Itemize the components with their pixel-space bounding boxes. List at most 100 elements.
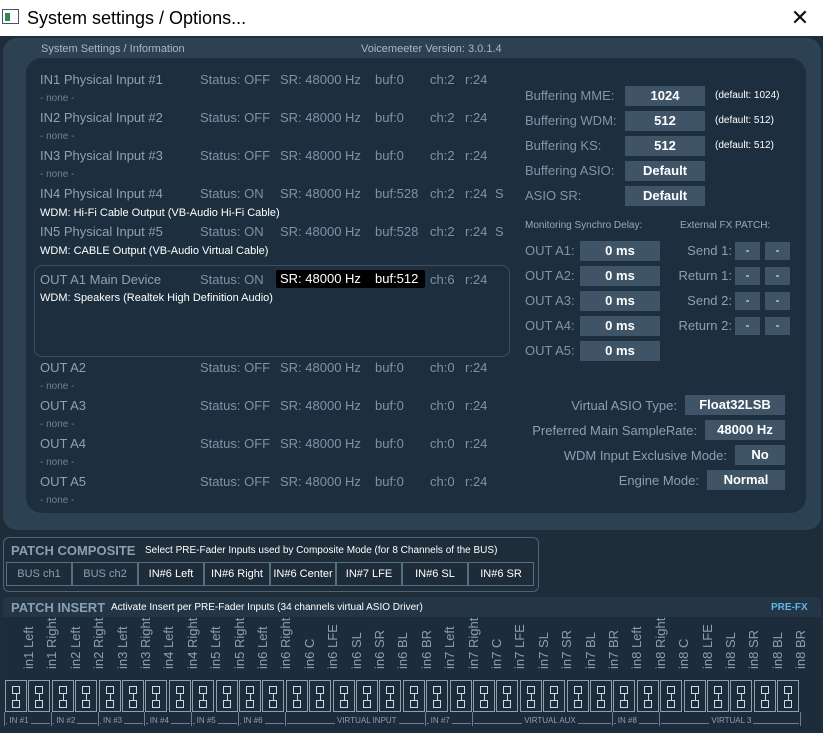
insert-toggle[interactable] [730,680,753,712]
device-buf: buf:528 [375,224,419,239]
insert-toggle[interactable] [5,680,27,712]
insert-toggle[interactable] [332,680,355,712]
insert-toggle[interactable] [168,680,191,712]
insert-toggle[interactable] [28,680,51,712]
insert-toggle[interactable] [262,680,285,712]
engine-label: WDM Input Exclusive Mode: [563,448,727,463]
insert-toggle[interactable] [192,680,215,712]
insert-channel-label: in2 Left [53,624,83,684]
insert-toggle[interactable] [777,680,800,712]
close-button[interactable]: ✕ [777,0,823,36]
insert-toggle[interactable] [636,680,659,712]
insert-toggle[interactable] [285,680,308,712]
insert-toggle[interactable] [75,680,98,712]
engine-value[interactable]: Float32LSB [685,395,785,415]
insert-toggle[interactable] [590,680,612,712]
insert-toggle[interactable] [309,680,332,712]
device-name: IN5 Physical Input #5 [40,224,163,239]
buffering-value[interactable]: Default [625,186,705,206]
device-sr: SR: 48000 Hz [280,360,361,375]
insert-toggle[interactable] [496,680,519,712]
device-buf: buf:528 [375,186,419,201]
group-tick [284,712,286,726]
insert-toggle[interactable] [660,680,683,712]
group-tick [472,712,473,726]
engine-value[interactable]: 48000 Hz [705,420,785,440]
monitor-delay[interactable]: 0 ms [580,341,660,361]
device-status: Status: OFF [200,360,271,375]
insert-channel-label: in4 Left [146,624,176,684]
fx-patch-a[interactable]: - [735,242,760,260]
device-buf: buf:0 [375,72,404,87]
device-name: OUT A4 [40,436,87,451]
fx-patch-b[interactable]: - [765,267,790,285]
buffering-value[interactable]: 512 [625,136,705,156]
insert-toggle[interactable] [356,680,378,712]
insert-toggle[interactable] [239,680,261,712]
buffering-value[interactable]: 1024 [625,86,705,106]
engine-value[interactable]: No [735,445,785,465]
composite-button[interactable]: IN#6 SL [402,562,468,586]
composite-button[interactable]: BUS ch1 [6,562,72,586]
device-status: Status: ON [200,224,264,239]
app-icon [2,9,19,24]
composite-button[interactable]: IN#6 Right [204,562,270,586]
insert-toggle[interactable] [566,680,589,712]
device-ch: ch:2 [430,148,455,163]
monitor-delay[interactable]: 0 ms [580,266,660,286]
insert-toggle[interactable] [753,680,776,712]
composite-button[interactable]: IN#6 Center [270,562,336,586]
insert-channel-label: in8 LFE [685,624,715,684]
insert-toggle[interactable] [449,680,472,712]
engine-label: Preferred Main SampleRate: [532,423,697,438]
device-buf: buf:0 [375,474,404,489]
fx-patch-a[interactable]: - [735,267,760,285]
group-label: IN #3 [101,716,125,725]
insert-channel-label: in6 SL [334,624,364,684]
insert-toggle[interactable] [379,680,402,712]
monitor-delay[interactable]: 0 ms [580,241,660,261]
out-a1-sub: WDM: Speakers (Realtek High Definition A… [40,292,273,304]
insert-toggle[interactable] [543,680,566,712]
insert-toggle[interactable] [98,680,121,712]
monitor-label: OUT A2: [525,268,575,283]
buffering-value[interactable]: 512 [625,111,705,131]
insert-toggle[interactable] [51,680,74,712]
device-status: Status: OFF [200,72,271,87]
composite-button[interactable]: BUS ch2 [72,562,138,586]
engine-value[interactable]: Normal [707,470,785,490]
insert-toggle[interactable] [473,680,495,712]
fx-patch-b[interactable]: - [765,317,790,335]
insert-toggle[interactable] [426,680,449,712]
fx-patch-b[interactable]: - [765,242,790,260]
insert-toggle[interactable] [402,680,425,712]
device-sr: SR: 48000 Hz [280,72,361,87]
device-r: r:24 [465,360,488,375]
insert-toggle[interactable] [613,680,636,712]
insert-channel-label: in5 Left [193,624,223,684]
fx-patch-a[interactable]: - [735,317,760,335]
insert-toggle[interactable] [145,680,168,712]
monitoring-title: Monitoring Synchro Delay: [525,220,643,231]
composite-button[interactable]: IN#7 LFE [336,562,402,586]
insert-channel-label: in8 BL [755,624,785,684]
engine-label: Engine Mode: [618,473,699,488]
device-r: r:24 [465,110,488,125]
monitor-delay[interactable]: 0 ms [580,316,660,336]
composite-button[interactable]: IN#6 SR [468,562,534,586]
fx-patch-b[interactable]: - [765,292,790,310]
device-sub: - none - [40,457,75,468]
group-label: VIRTUAL INPUT [335,716,399,725]
insert-toggle[interactable] [519,680,542,712]
composite-button[interactable]: IN#6 Left [138,562,204,586]
insert-toggle[interactable] [122,680,144,712]
title-bar: System settings / Options... ✕ [0,0,823,36]
fx-patch-label: Send 2: [687,293,732,308]
monitor-delay[interactable]: 0 ms [580,291,660,311]
insert-toggle[interactable] [707,680,729,712]
insert-toggle[interactable] [215,680,238,712]
device-buf: buf:0 [375,148,404,163]
buffering-value[interactable]: Default [625,161,705,181]
fx-patch-a[interactable]: - [735,292,760,310]
insert-toggle[interactable] [683,680,706,712]
